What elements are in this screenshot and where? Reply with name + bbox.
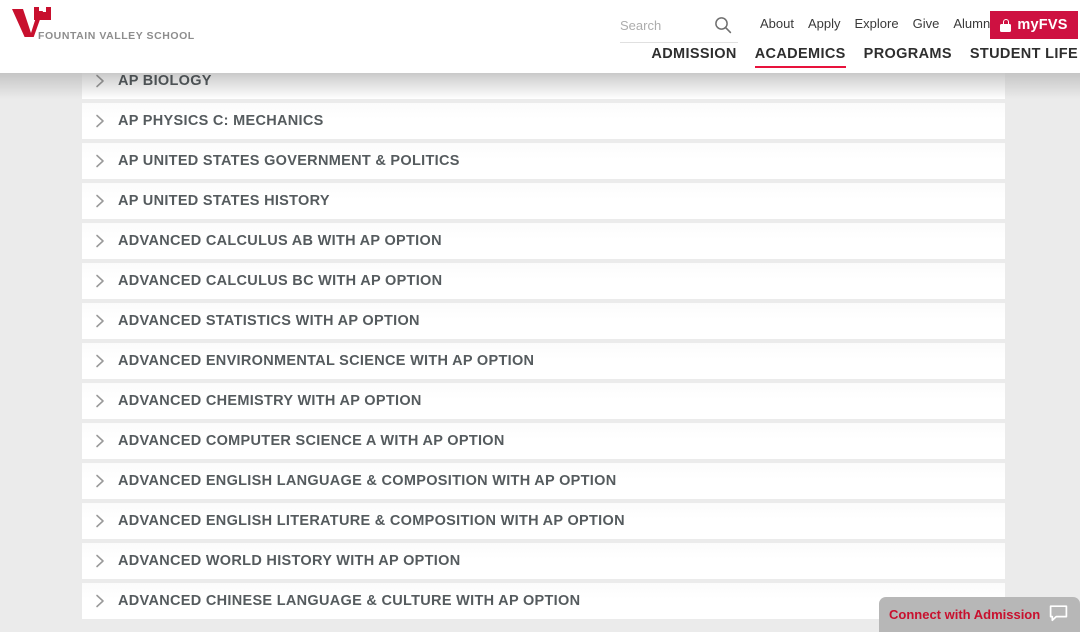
utility-link-about[interactable]: About	[760, 16, 794, 31]
accordion-row[interactable]: ADVANCED STATISTICS WITH AP OPTION	[82, 303, 1005, 339]
search-input[interactable]	[620, 14, 712, 36]
accordion-row-label: AP UNITED STATES HISTORY	[118, 193, 330, 209]
chevron-right-icon	[96, 274, 104, 288]
accordion-row[interactable]: ADVANCED WORLD HISTORY WITH AP OPTION	[82, 543, 1005, 579]
site-logo[interactable]: FOUNTAIN VALLEY SCHOOL	[12, 7, 195, 45]
accordion-row-label: ADVANCED ENGLISH LANGUAGE & COMPOSITION …	[118, 473, 617, 489]
accordion-row-label: ADVANCED WORLD HISTORY WITH AP OPTION	[118, 553, 461, 569]
utility-link-apply[interactable]: Apply	[808, 16, 841, 31]
accordion-row-label: ADVANCED CALCULUS BC WITH AP OPTION	[118, 273, 443, 289]
nav-item-admission[interactable]: ADMISSION	[651, 46, 736, 68]
accordion-row[interactable]: ADVANCED ENGLISH LITERATURE & COMPOSITIO…	[82, 503, 1005, 539]
accordion-row-label: ADVANCED COMPUTER SCIENCE A WITH AP OPTI…	[118, 433, 505, 449]
accordion-row[interactable]: AP UNITED STATES GOVERNMENT & POLITICS	[82, 143, 1005, 179]
nav-item-student-life[interactable]: STUDENT LIFE	[970, 46, 1078, 68]
myfvs-button-label: myFVS	[1017, 17, 1068, 33]
accordion-row[interactable]: ADVANCED ENVIRONMENTAL SCIENCE WITH AP O…	[82, 343, 1005, 379]
search-icon[interactable]	[714, 16, 732, 34]
accordion-row[interactable]: ADVANCED CALCULUS BC WITH AP OPTION	[82, 263, 1005, 299]
chevron-right-icon	[96, 114, 104, 128]
main-nav: ADMISSION ACADEMICS PROGRAMS STUDENT LIF…	[651, 46, 1078, 68]
accordion-row[interactable]: AP BIOLOGY	[82, 73, 1005, 99]
logo-wordmark: FOUNTAIN VALLEY SCHOOL	[38, 30, 195, 42]
utility-nav: About Apply Explore Give Alumni	[760, 16, 993, 31]
chevron-right-icon	[96, 554, 104, 568]
lock-icon	[1000, 18, 1012, 32]
chevron-right-icon	[96, 394, 104, 408]
chevron-right-icon	[96, 234, 104, 248]
accordion-row[interactable]: ADVANCED CHINESE LANGUAGE & CULTURE WITH…	[82, 583, 1005, 619]
accordion-row[interactable]: AP UNITED STATES HISTORY	[82, 183, 1005, 219]
accordion-row-label: AP UNITED STATES GOVERNMENT & POLITICS	[118, 153, 460, 169]
accordion-row[interactable]: ADVANCED CALCULUS AB WITH AP OPTION	[82, 223, 1005, 259]
chevron-right-icon	[96, 474, 104, 488]
chevron-right-icon	[96, 594, 104, 608]
utility-link-alumni[interactable]: Alumni	[953, 16, 993, 31]
course-accordion-list: AP BIOLOGY AP PHYSICS C: MECHANICS AP UNIT…	[82, 73, 1005, 623]
myfvs-button[interactable]: myFVS	[990, 11, 1078, 39]
utility-link-give[interactable]: Give	[913, 16, 940, 31]
chevron-right-icon	[96, 354, 104, 368]
accordion-row-label: ADVANCED CHEMISTRY WITH AP OPTION	[118, 393, 422, 409]
chevron-right-icon	[96, 314, 104, 328]
accordion-row-label: ADVANCED ENVIRONMENTAL SCIENCE WITH AP O…	[118, 353, 535, 369]
chat-widget[interactable]: Connect with Admission	[879, 597, 1080, 632]
chevron-right-icon	[96, 514, 104, 528]
accordion-row[interactable]: AP PHYSICS C: MECHANICS	[82, 103, 1005, 139]
nav-item-academics[interactable]: ACADEMICS	[754, 46, 846, 68]
chevron-right-icon	[96, 74, 104, 88]
main-content: AP BIOLOGY AP PHYSICS C: MECHANICS AP UNIT…	[0, 73, 1080, 632]
chevron-right-icon	[96, 434, 104, 448]
utility-link-explore[interactable]: Explore	[855, 16, 899, 31]
site-header: FOUNTAIN VALLEY SCHOOL About Apply Explo…	[0, 0, 1080, 73]
chevron-right-icon	[96, 154, 104, 168]
chat-bubble-icon[interactable]	[1049, 605, 1068, 622]
accordion-row[interactable]: ADVANCED ENGLISH LANGUAGE & COMPOSITION …	[82, 463, 1005, 499]
accordion-row-label: AP BIOLOGY	[118, 73, 212, 89]
chevron-right-icon	[96, 194, 104, 208]
search-box[interactable]	[620, 14, 738, 43]
accordion-row-label: ADVANCED CALCULUS AB WITH AP OPTION	[118, 233, 442, 249]
accordion-row-label: ADVANCED ENGLISH LITERATURE & COMPOSITIO…	[118, 513, 625, 529]
accordion-row-label: ADVANCED STATISTICS WITH AP OPTION	[118, 313, 420, 329]
accordion-row-label: AP PHYSICS C: MECHANICS	[118, 113, 324, 129]
accordion-row[interactable]: ADVANCED CHEMISTRY WITH AP OPTION	[82, 383, 1005, 419]
nav-item-programs[interactable]: PROGRAMS	[864, 46, 952, 68]
accordion-row-label: ADVANCED CHINESE LANGUAGE & CULTURE WITH…	[118, 593, 581, 609]
accordion-row[interactable]: ADVANCED COMPUTER SCIENCE A WITH AP OPTI…	[82, 423, 1005, 459]
chat-widget-label: Connect with Admission	[889, 607, 1041, 622]
